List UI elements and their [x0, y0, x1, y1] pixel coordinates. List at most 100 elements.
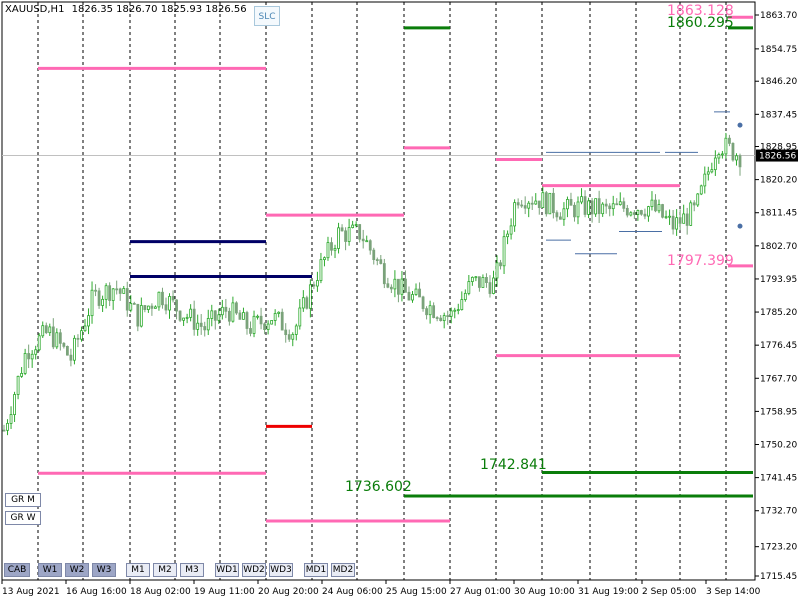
candle-body: [650, 199, 654, 208]
candle-body: [678, 217, 682, 224]
candle-body: [108, 285, 112, 301]
marker-dot: [737, 223, 743, 229]
candle-body: [280, 311, 284, 331]
candle-body: [132, 302, 136, 305]
time-axis-tick-label: 3 Sep 14:00: [706, 587, 761, 597]
candle-body: [717, 154, 721, 159]
candle-body: [411, 294, 414, 301]
m1-button[interactable]: M1: [126, 563, 150, 577]
candle-body: [534, 200, 538, 205]
candle-body: [361, 238, 365, 242]
price-chart[interactable]: 13 Aug 2021 16 Aug 16:00 18 Aug 02:00 19 Au…: [0, 0, 800, 600]
candle-body: [291, 334, 295, 340]
candle-body: [527, 202, 531, 209]
candle-body: [629, 212, 633, 216]
wd2-button[interactable]: WD2: [242, 563, 266, 577]
level-label-top-green: 1860.295: [667, 15, 734, 31]
time-axis-tick-label: 13 Aug 2021: [2, 587, 60, 597]
wd3-button[interactable]: WD3: [269, 563, 293, 577]
cab-button[interactable]: CAB: [4, 563, 30, 577]
candle-body: [439, 317, 443, 322]
candle-body: [551, 192, 555, 214]
candle-body: [608, 205, 612, 210]
candle-body: [217, 314, 221, 321]
price-axis-tick-label: 1811.45: [760, 209, 797, 219]
candle-body: [492, 277, 495, 294]
candle-body: [129, 302, 133, 311]
candle-body: [48, 326, 52, 334]
candle-body: [639, 210, 643, 215]
w3-button[interactable]: W3: [92, 563, 116, 577]
candle-body: [168, 296, 171, 311]
time-axis-tick-label: 24 Aug 06:00: [322, 587, 383, 597]
candle-body: [210, 310, 214, 319]
candle-body: [2, 429, 6, 432]
candle-body: [326, 242, 330, 259]
candle-body: [611, 203, 615, 210]
candle-body: [154, 306, 157, 309]
candle-body: [294, 325, 298, 335]
candle-body: [710, 169, 714, 173]
candle-body: [287, 334, 291, 340]
candle-body: [474, 276, 478, 279]
candle-body: [94, 289, 97, 292]
candle-body: [157, 291, 161, 308]
candle-body: [316, 280, 319, 287]
candle-body: [435, 317, 439, 319]
candle-body: [375, 259, 379, 261]
candle-body: [143, 305, 147, 310]
candle-body: [220, 306, 224, 316]
candle-body: [647, 206, 650, 217]
gr-m-button[interactable]: GR M: [5, 493, 41, 507]
candle-body: [69, 354, 73, 361]
gr-w-button[interactable]: GR W: [5, 511, 41, 525]
slc-button[interactable]: SLC: [254, 6, 280, 26]
m3-button[interactable]: M3: [180, 563, 204, 577]
candle-body: [520, 204, 524, 207]
candle-body: [559, 216, 562, 220]
candle-body: [400, 278, 404, 295]
candle-body: [23, 353, 27, 374]
candle-body: [502, 236, 506, 267]
price-axis-tick-label: 1767.70: [760, 374, 797, 384]
candle-body: [636, 210, 640, 215]
candle-body: [643, 213, 647, 217]
wd1-button[interactable]: WD1: [215, 563, 239, 577]
candle-body: [622, 201, 626, 209]
price-axis-tick-label: 1820.20: [760, 176, 797, 186]
candle-body: [632, 212, 636, 215]
candle-body: [379, 259, 383, 264]
time-axis-tick-label: 18 Aug 02:00: [130, 587, 191, 597]
w2-button[interactable]: W2: [65, 563, 89, 577]
candle-body: [337, 227, 340, 249]
candle-body: [189, 308, 193, 318]
candle-body: [101, 298, 105, 306]
candle-body: [470, 276, 474, 282]
candle-body: [9, 414, 13, 424]
candle-body: [425, 308, 428, 316]
price-axis-tick-label: 1802.70: [760, 242, 797, 252]
w1-button[interactable]: W1: [38, 563, 62, 577]
candle-body: [213, 310, 217, 321]
time-axis-tick-label: 20 Aug 20:00: [258, 587, 319, 597]
price-axis-tick-label: 1846.20: [760, 77, 797, 87]
candle-body: [495, 262, 499, 279]
candle-body: [463, 292, 467, 300]
candle-body: [358, 224, 362, 240]
price-axis-tick-label: 1715.45: [760, 572, 797, 582]
candle-body: [44, 325, 48, 334]
candle-body: [259, 315, 263, 325]
candle-body: [699, 185, 703, 195]
candle-body: [192, 308, 196, 330]
candle-body: [256, 315, 259, 318]
candle-body: [615, 203, 619, 206]
m2-button[interactable]: M2: [153, 563, 177, 577]
marker-dot: [737, 122, 743, 128]
candle-body: [164, 304, 168, 311]
md2-button[interactable]: MD2: [331, 563, 355, 577]
md1-button[interactable]: MD1: [304, 563, 328, 577]
time-axis-tick-label: 16 Aug 16:00: [66, 587, 127, 597]
candle-body: [347, 227, 351, 242]
candle-body: [421, 296, 425, 310]
price-axis-tick-label: 1758.95: [760, 407, 797, 417]
